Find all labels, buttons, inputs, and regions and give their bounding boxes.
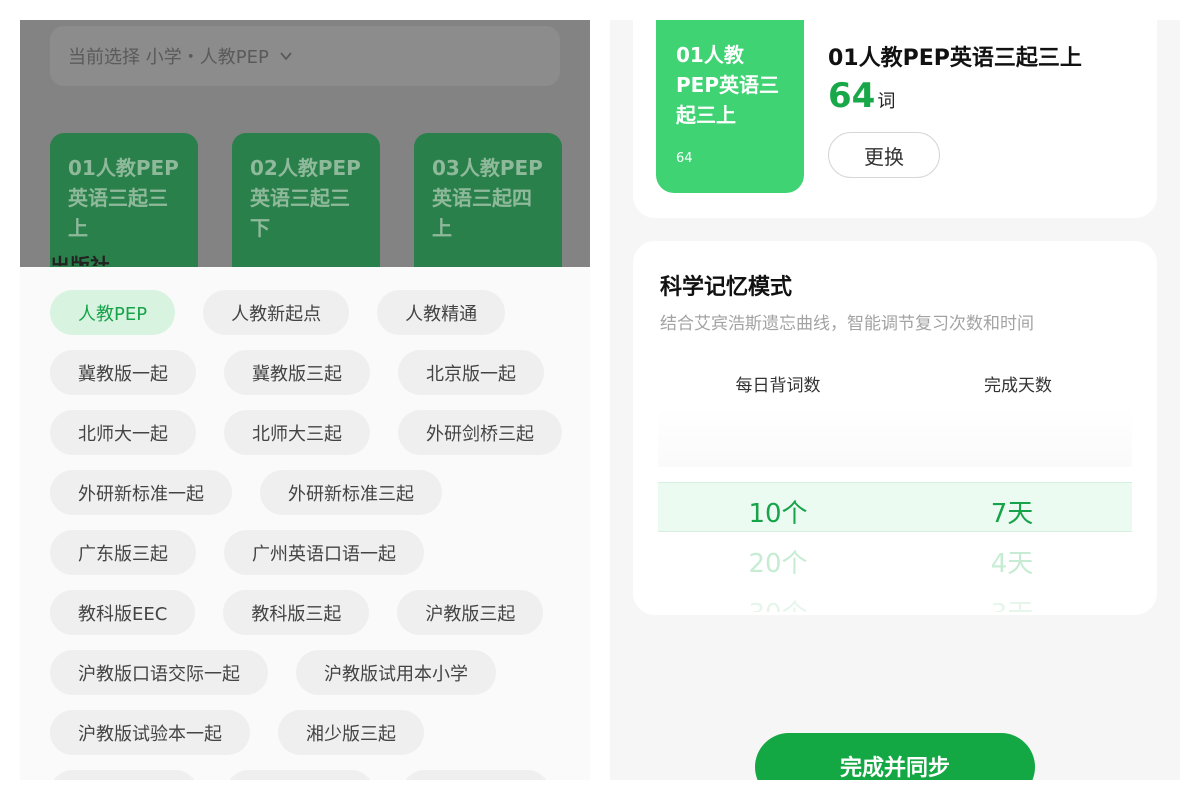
publisher-pill[interactable]: 北师大三起	[224, 410, 370, 455]
plan-wheel-picker[interactable]: 10个 7天 20个 4天 30个 3天	[658, 407, 1132, 612]
daily-words-option-selected[interactable]: 10个	[693, 493, 863, 530]
publisher-pill[interactable]: 外研剑桥三起	[398, 410, 562, 455]
plan-settings-panel: 01人教PEP英语三起三上 64 01人教PEP英语三起三上 64 词 更换 科…	[610, 20, 1180, 780]
publisher-pill[interactable]: 教科版三起	[223, 590, 370, 635]
publisher-pill[interactable]: 人教新起点	[203, 290, 350, 335]
publisher-pill[interactable]: 外研新标准三起	[260, 470, 442, 515]
memory-mode-description: 结合艾宾浩斯遗忘曲线，智能调节复习次数和时间	[660, 314, 1034, 334]
publisher-pill[interactable]: 广东版三起	[50, 530, 196, 575]
screen: 当前选择 小学・人教PEP 01人教PEP英语三起三上 02人教PEP英语三起三…	[0, 0, 1200, 800]
days-option[interactable]: 3天	[927, 593, 1097, 612]
publisher-pill[interactable]: 沪教版试用本小学	[296, 650, 496, 695]
publisher-row: 冀教版一起 冀教版三起 北京版一起	[50, 350, 590, 395]
book-card-title: 03人教PEP英语三起四上	[432, 156, 543, 240]
publisher-pill[interactable]: 冀教版一起	[50, 350, 196, 395]
publisher-pill-cutoff[interactable]	[402, 770, 550, 780]
selected-book-card: 01人教PEP英语三起三上 64 01人教PEP英语三起三上 64 词 更换	[633, 20, 1157, 218]
publisher-panel: 当前选择 小学・人教PEP 01人教PEP英语三起三上 02人教PEP英语三起三…	[20, 20, 590, 780]
word-count-number: 64	[828, 76, 876, 116]
book-card-2[interactable]: 02人教PEP英语三起三下	[232, 133, 380, 267]
publisher-row: 教科版EEC 教科版三起 沪教版三起	[50, 590, 590, 635]
book-card-3[interactable]: 03人教PEP英语三起四上	[414, 133, 562, 267]
picker-fade	[658, 407, 1132, 467]
dim-overlay[interactable]: 当前选择 小学・人教PEP 01人教PEP英语三起三上 02人教PEP英语三起三…	[20, 20, 590, 267]
publisher-row: 沪教版试验本一起 湘少版三起	[50, 710, 590, 755]
publisher-pill[interactable]: 北京版一起	[398, 350, 544, 395]
chevron-down-icon	[280, 52, 292, 61]
days-option[interactable]: 4天	[927, 543, 1097, 580]
publisher-pill-cutoff[interactable]	[226, 770, 374, 780]
publisher-pill[interactable]: 外研新标准一起	[50, 470, 232, 515]
word-count-unit: 词	[877, 91, 896, 112]
publisher-pill[interactable]: 人教精通	[377, 290, 506, 335]
change-book-button[interactable]: 更换	[828, 132, 940, 178]
days-header: 完成天数	[984, 376, 1052, 396]
publisher-pill[interactable]: 冀教版三起	[224, 350, 370, 395]
book-cover-count: 64	[676, 151, 693, 166]
publisher-heading: 出版社	[50, 254, 110, 266]
publisher-pill-cutoff[interactable]	[50, 770, 198, 780]
memory-mode-title: 科学记忆模式	[660, 275, 793, 300]
current-selection-label: 当前选择 小学・人教PEP	[68, 47, 269, 68]
daily-words-option[interactable]: 20个	[693, 543, 863, 580]
publisher-pill[interactable]: 沪教版试验本一起	[50, 710, 250, 755]
word-count: 64 词	[828, 76, 895, 116]
publisher-pill[interactable]: 湘少版三起	[278, 710, 424, 755]
publisher-pill[interactable]: 北师大一起	[50, 410, 196, 455]
publisher-row: 人教PEP 人教新起点 人教精通	[50, 290, 590, 335]
book-cover: 01人教PEP英语三起三上 64	[656, 20, 804, 193]
publisher-list: 人教PEP 人教新起点 人教精通 冀教版一起 冀教版三起 北京版一起 北师大一起…	[50, 290, 590, 780]
daily-words-option[interactable]: 30个	[693, 593, 863, 612]
book-cover-title: 01人教PEP英语三起三上	[676, 43, 779, 127]
memory-mode-card: 科学记忆模式 结合艾宾浩斯遗忘曲线，智能调节复习次数和时间 每日背词数 完成天数…	[633, 241, 1157, 615]
daily-words-header: 每日背词数	[735, 376, 821, 396]
book-card-title: 02人教PEP英语三起三下	[250, 156, 361, 240]
publisher-row: 广东版三起 广州英语口语一起	[50, 530, 590, 575]
publisher-pill[interactable]: 沪教版口语交际一起	[50, 650, 268, 695]
publisher-row: 北师大一起 北师大三起 外研剑桥三起	[50, 410, 590, 455]
current-selection-dropdown[interactable]: 当前选择 小学・人教PEP	[50, 26, 560, 86]
publisher-row-partial	[50, 770, 590, 780]
publisher-row: 外研新标准一起 外研新标准三起	[50, 470, 590, 515]
publisher-pill[interactable]: 教科版EEC	[50, 590, 196, 635]
finish-sync-button[interactable]: 完成并同步	[755, 733, 1035, 780]
book-title: 01人教PEP英语三起三上	[828, 46, 1082, 71]
book-card-1[interactable]: 01人教PEP英语三起三上	[50, 133, 198, 267]
book-card-title: 01人教PEP英语三起三上	[68, 156, 179, 240]
publisher-pill[interactable]: 沪教版三起	[397, 590, 544, 635]
days-option-selected[interactable]: 7天	[927, 493, 1097, 530]
publisher-row: 沪教版口语交际一起 沪教版试用本小学	[50, 650, 590, 695]
publisher-pill-selected[interactable]: 人教PEP	[50, 290, 176, 335]
publisher-pill[interactable]: 广州英语口语一起	[224, 530, 424, 575]
